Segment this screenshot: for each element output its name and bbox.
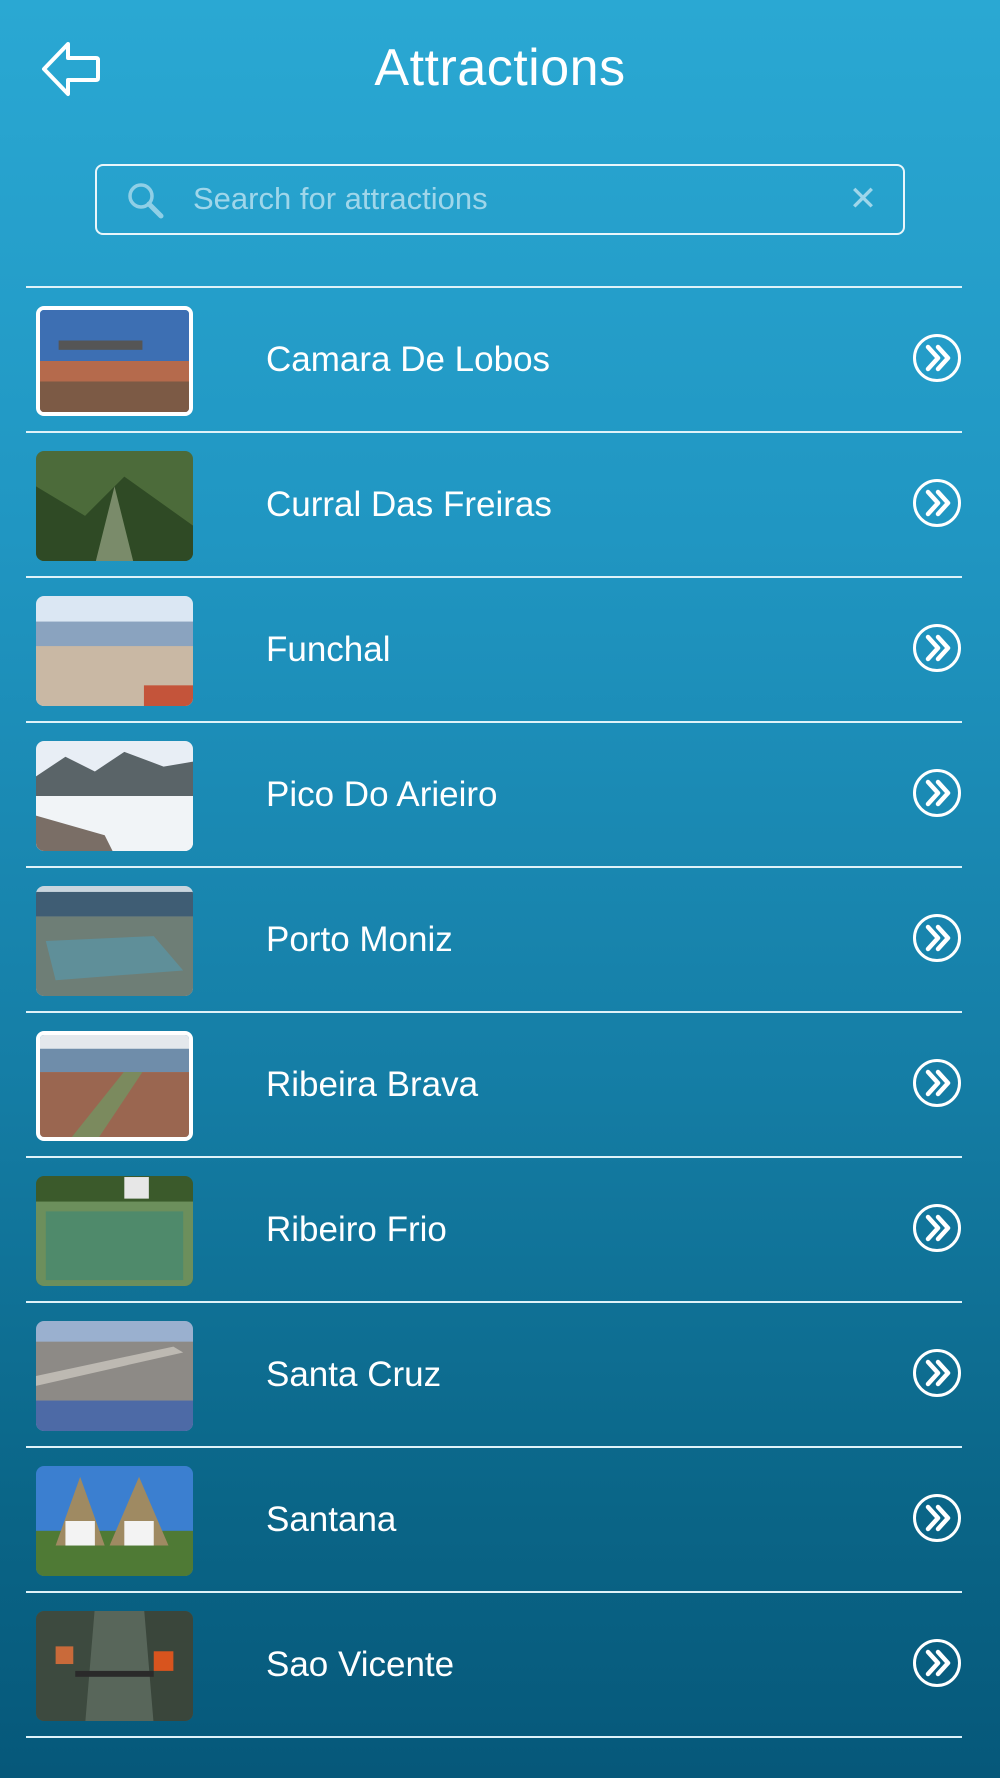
list-item[interactable]: Santa Cruz xyxy=(26,1303,962,1448)
search-icon xyxy=(128,183,164,219)
attraction-label: Ribeiro Frio xyxy=(266,1209,447,1249)
double-chevron-right-icon[interactable] xyxy=(912,333,962,383)
clear-icon[interactable]: ✕ xyxy=(847,182,879,216)
attraction-thumbnail xyxy=(36,1176,193,1286)
attraction-label: Camara De Lobos xyxy=(266,339,551,379)
double-chevron-right-icon[interactable] xyxy=(912,1638,962,1688)
list-item[interactable]: Curral Das Freiras xyxy=(26,433,962,578)
attraction-thumbnail xyxy=(36,741,193,851)
attraction-thumbnail xyxy=(36,886,193,996)
attraction-label: Santa Cruz xyxy=(266,1354,442,1394)
attraction-thumbnail xyxy=(36,1321,193,1431)
attractions-list: Camara De Lobos Curral Das Freiras Funchal… xyxy=(26,286,962,1738)
attraction-label: Pico Do Arieiro xyxy=(266,774,498,814)
list-item[interactable]: Santana xyxy=(26,1448,962,1593)
attraction-thumbnail xyxy=(36,306,193,416)
list-item[interactable]: Porto Moniz xyxy=(26,868,962,1013)
search-bar: ✕ xyxy=(95,164,905,235)
double-chevron-right-icon[interactable] xyxy=(912,1348,962,1398)
attraction-label: Ribeira Brava xyxy=(266,1064,479,1104)
search-input[interactable] xyxy=(193,166,813,232)
list-item[interactable]: Sao Vicente xyxy=(26,1593,962,1738)
attraction-thumbnail xyxy=(36,1031,193,1141)
double-chevron-right-icon[interactable] xyxy=(912,913,962,963)
attraction-label: Sao Vicente xyxy=(266,1644,455,1684)
list-item[interactable]: Pico Do Arieiro xyxy=(26,723,962,868)
header-bar: Attractions xyxy=(0,0,1000,140)
attraction-label: Funchal xyxy=(266,629,391,669)
attraction-label: Santana xyxy=(266,1499,397,1539)
double-chevron-right-icon[interactable] xyxy=(912,623,962,673)
attraction-thumbnail xyxy=(36,1611,193,1721)
double-chevron-right-icon[interactable] xyxy=(912,768,962,818)
list-item[interactable]: Camara De Lobos xyxy=(26,288,962,433)
list-item[interactable]: Ribeiro Frio xyxy=(26,1158,962,1303)
list-item[interactable]: Funchal xyxy=(26,578,962,723)
double-chevron-right-icon[interactable] xyxy=(912,478,962,528)
list-item[interactable]: Ribeira Brava xyxy=(26,1013,962,1158)
attraction-thumbnail xyxy=(36,596,193,706)
double-chevron-right-icon[interactable] xyxy=(912,1058,962,1108)
double-chevron-right-icon[interactable] xyxy=(912,1493,962,1543)
double-chevron-right-icon[interactable] xyxy=(912,1203,962,1253)
attraction-thumbnail xyxy=(36,451,193,561)
attraction-thumbnail xyxy=(36,1466,193,1576)
page-title: Attractions xyxy=(374,39,626,97)
attraction-label: Porto Moniz xyxy=(266,919,453,959)
attraction-label: Curral Das Freiras xyxy=(266,484,552,524)
